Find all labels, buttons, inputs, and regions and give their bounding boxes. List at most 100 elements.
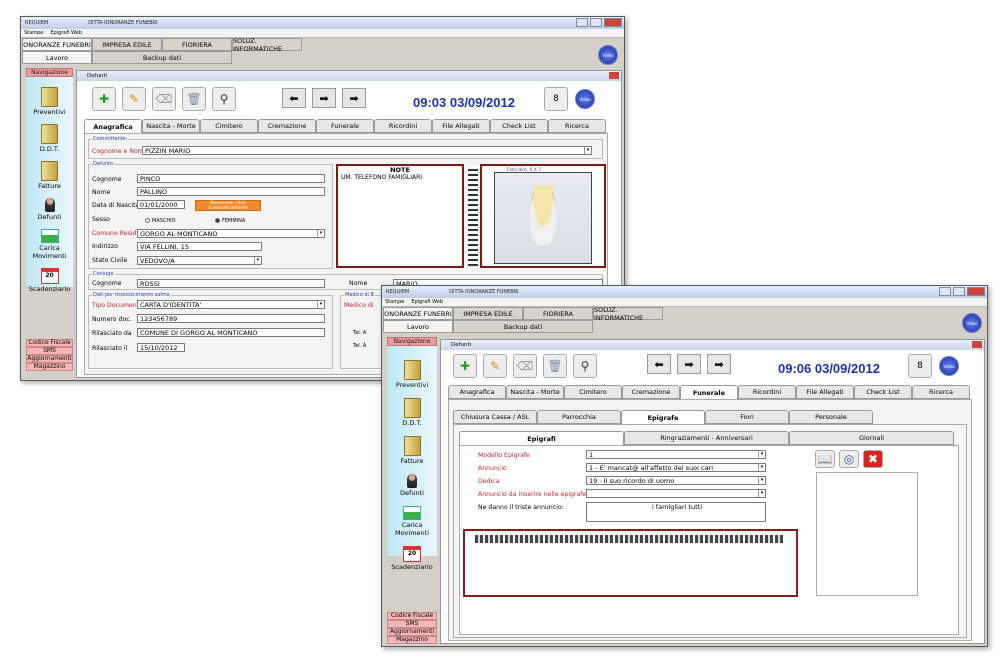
sidebar-codice-fiscale[interactable]: Codice Fiscale	[26, 339, 73, 347]
tab-check-list[interactable]: Check List	[490, 119, 548, 133]
menu-epigrafi-web[interactable]: Epigrafi Web	[411, 299, 443, 305]
tab-onoranze-funebri[interactable]: ONORANZE FUNEBRI	[383, 307, 453, 320]
delete-x-icon[interactable]: ✖	[863, 450, 883, 468]
close-button[interactable]	[604, 18, 622, 27]
menu-stampe[interactable]: Stampe	[24, 30, 43, 36]
menu-epigrafi-web[interactable]: Epigrafi Web	[50, 30, 82, 36]
eraser-icon[interactable]: ⌫	[513, 354, 537, 378]
prev-arrow-icon[interactable]: ⬅	[647, 354, 671, 374]
prev-arrow-icon[interactable]: ⬅	[282, 88, 306, 108]
tab-funerale[interactable]: Funerale	[680, 385, 738, 399]
sidebar-item-preventivi[interactable]: Preventivi	[387, 360, 437, 389]
ne-danno-field[interactable]: i famigliari tutti	[586, 502, 766, 522]
video-button[interactable]: Video	[962, 313, 982, 333]
next-arrow-icon[interactable]: ➡	[677, 354, 701, 374]
nome-field[interactable]: PALLINO	[137, 187, 325, 196]
sidebar-item-defunti[interactable]: Defunti	[387, 474, 437, 497]
modello-epigrafe-field[interactable]: 1 ▾	[586, 450, 766, 459]
chevron-down-icon[interactable]: ▾	[758, 490, 765, 497]
tab-file-allegati[interactable]: File Allegati	[432, 119, 490, 133]
comune-field[interactable]: GORGO AL MONTICANO ▾	[137, 229, 325, 238]
tab-lavoro[interactable]: Lavoro	[22, 51, 92, 64]
sidebar-item-scadenziario[interactable]: 20 Scadenziario	[387, 546, 437, 571]
rilasciato-da-field[interactable]: COMUNE DI GORGO AL MONTICANO	[137, 328, 325, 337]
trash-icon[interactable]: 🗑	[543, 354, 567, 378]
tab-giornali[interactable]: Giornali	[789, 431, 954, 445]
tab-nascita-morte[interactable]: Nascita - Morte	[142, 119, 200, 133]
next-arrow-icon[interactable]: ➡	[312, 88, 336, 108]
sidebar-aggiornamenti[interactable]: Aggiornamenti	[26, 355, 73, 363]
tab-cremazione[interactable]: Cremazione	[622, 385, 680, 399]
numero-doc-field[interactable]: 123456789	[137, 314, 325, 323]
tab-ricordini[interactable]: Ricordini	[738, 385, 796, 399]
tipo-documento-field[interactable]: CARTA D'IDENTITA' ▾	[137, 300, 325, 309]
sidebar-item-fatture[interactable]: Fatture	[387, 436, 437, 465]
chevron-down-icon[interactable]: ▾	[758, 451, 765, 458]
sidebar-item-fatture[interactable]: Fatture	[26, 161, 73, 190]
last-arrow-icon[interactable]: ➡	[707, 354, 731, 374]
tab-lavoro[interactable]: Lavoro	[383, 320, 453, 333]
tab-funerale[interactable]: Funerale	[316, 119, 374, 133]
stato-civile-field[interactable]: VEDOVO/A ▾	[137, 256, 262, 265]
tab-cimitero[interactable]: Cimitero	[200, 119, 258, 133]
tab-fiori[interactable]: Fiori	[705, 410, 789, 424]
sidebar-item-carica-movimenti[interactable]: Carica Movimenti	[387, 506, 437, 537]
chevron-down-icon[interactable]: ▾	[584, 147, 591, 154]
tab-ricerca[interactable]: Ricerca	[548, 119, 606, 133]
eraser-icon[interactable]: ⌫	[152, 87, 176, 111]
calendar-8-icon[interactable]: 8	[908, 354, 932, 378]
tab-cimitero[interactable]: Cimitero	[564, 385, 622, 399]
note-box[interactable]: NOTE UM. TELEFONO FAMIGLIARI	[336, 164, 464, 268]
desumere-dati-button[interactable]: Desumere i dati automaticamente	[195, 200, 261, 211]
tab-fioriera[interactable]: FIORIERA	[523, 307, 593, 320]
calendar-8-icon[interactable]: 8	[544, 87, 568, 111]
sidebar-item-defunti[interactable]: Defunti	[26, 198, 73, 221]
radio-maschio[interactable]: MASCHIO	[145, 218, 176, 224]
indirizzo-field[interactable]: VIA FELLINI, 15	[137, 242, 262, 251]
data-nascita-field[interactable]: 01/01/2000	[137, 200, 185, 209]
tab-impresa-edile[interactable]: IMPRESA EDILE	[92, 38, 162, 51]
tab-file-allegati[interactable]: File Allegati	[796, 385, 854, 399]
radio-femmina[interactable]: FEMMINA	[215, 218, 245, 224]
cognome-field[interactable]: PINCO	[137, 174, 325, 183]
cognome-nome-field[interactable]: PIZZIN MARIO ▾	[142, 146, 592, 155]
last-arrow-icon[interactable]: ➡	[342, 88, 366, 108]
tab-parrocchia[interactable]: Parrocchia	[537, 410, 621, 424]
minimize-button[interactable]	[939, 287, 951, 296]
sidebar-item-carica-movimenti[interactable]: Carica Movimenti	[26, 229, 73, 260]
tab-anagrafica[interactable]: Anagrafica	[84, 119, 142, 133]
sidebar-item-ddt[interactable]: D.D.T.	[387, 398, 437, 427]
tab-onoranze-funebri[interactable]: ONORANZE FUNEBRI	[22, 38, 92, 51]
tab-chiusura-cassa[interactable]: Chiusura Cassa / ASL	[453, 410, 537, 424]
book-icon[interactable]: 📖	[815, 450, 835, 468]
deceased-photo[interactable]	[494, 172, 592, 264]
maximize-button[interactable]	[590, 18, 602, 27]
epigrafe-list[interactable]	[816, 472, 918, 596]
sidebar-sms[interactable]: SMS	[387, 620, 437, 628]
sidebar-item-scadenziario[interactable]: 20 Scadenziario	[26, 268, 73, 293]
tab-nascita-morte[interactable]: Nascita - Morte	[506, 385, 564, 399]
sidebar-item-preventivi[interactable]: Preventivi	[26, 87, 73, 116]
minimize-button[interactable]	[576, 18, 588, 27]
tab-fioriera[interactable]: FIORIERA	[162, 38, 232, 51]
tab-soluz-informatiche[interactable]: SOLUZ. INFORMATICHE	[232, 37, 302, 53]
tab-ricordini[interactable]: Ricordini	[374, 119, 432, 133]
sidebar-item-ddt[interactable]: D.D.T.	[26, 124, 73, 153]
globe-icon[interactable]: ◎	[839, 450, 859, 468]
chevron-down-icon[interactable]: ▾	[254, 257, 261, 264]
edit-pencil-icon[interactable]: ✎	[122, 87, 146, 111]
tab-epigrafi[interactable]: Epigrafi	[459, 431, 624, 445]
tab-ricerca[interactable]: Ricerca	[912, 385, 970, 399]
sidebar-magazzino[interactable]: Magazzino	[387, 636, 437, 644]
trash-icon[interactable]: 🗑	[182, 87, 206, 111]
chevron-down-icon[interactable]: ▾	[758, 464, 765, 471]
sidebar-codice-fiscale[interactable]: Codice Fiscale	[387, 612, 437, 620]
tab-personale[interactable]: Personale	[789, 410, 873, 424]
binoculars-icon[interactable]: ⚲	[573, 354, 597, 378]
sidebar-aggiornamenti[interactable]: Aggiornamenti	[387, 628, 437, 636]
video-inner-button[interactable]: Video	[575, 89, 595, 109]
tab-epigrafe[interactable]: Epigrafe	[621, 410, 705, 424]
tab-cremazione[interactable]: Cremazione	[258, 119, 316, 133]
chevron-down-icon[interactable]: ▾	[317, 301, 324, 308]
epigrafe-preview[interactable]	[463, 529, 798, 597]
